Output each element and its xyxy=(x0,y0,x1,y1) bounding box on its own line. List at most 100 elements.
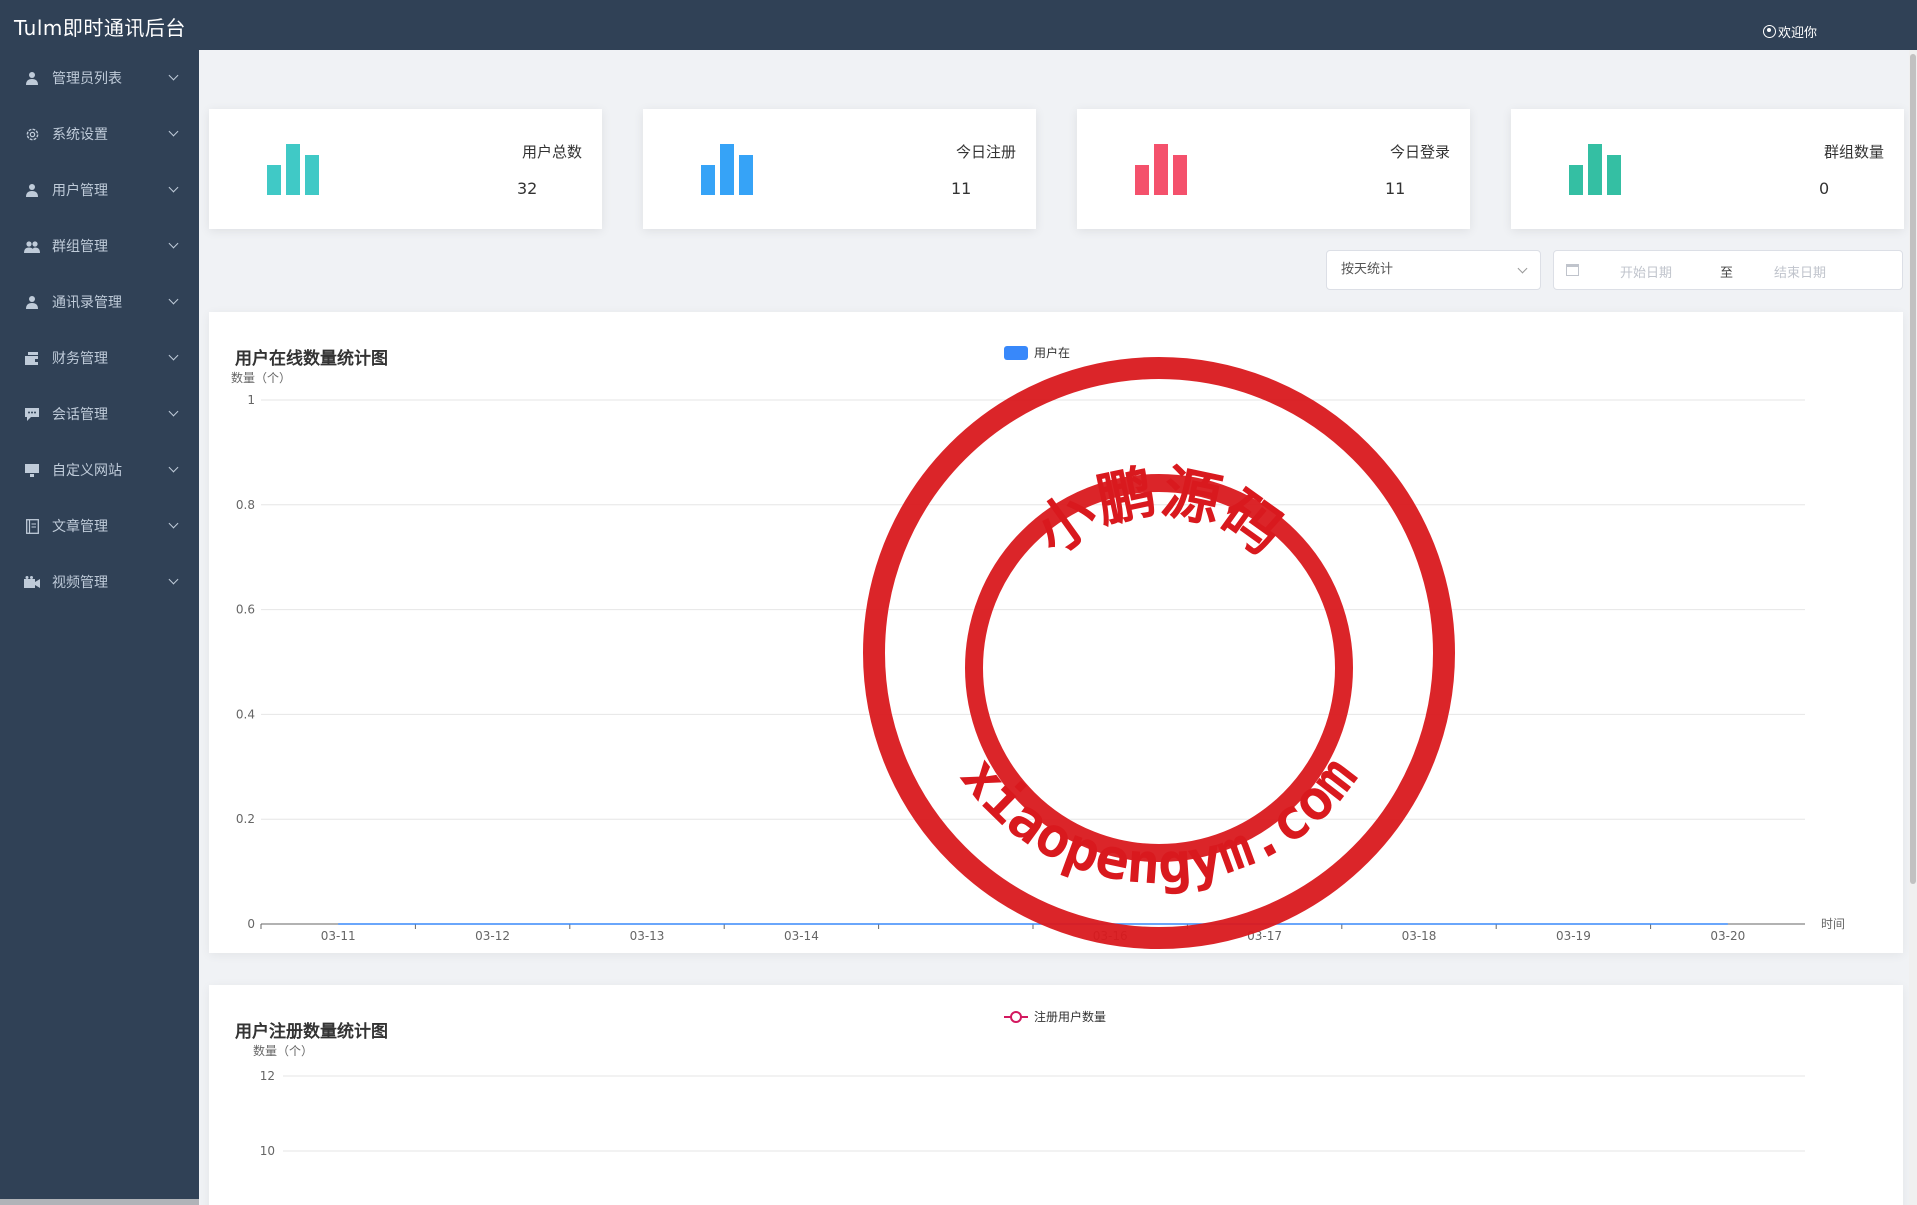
x-tick-label: 03-13 xyxy=(630,929,665,943)
sidebar-item-label: 视频管理 xyxy=(52,575,108,591)
y-tick-label: 0.4 xyxy=(236,707,255,721)
legend-marker xyxy=(1010,1011,1022,1023)
stat-value: 11 xyxy=(951,179,972,198)
user-icon xyxy=(24,182,40,198)
chevron-down-icon xyxy=(168,406,179,417)
bar-chart-icon xyxy=(701,144,753,195)
bar-chart-icon xyxy=(1135,144,1187,195)
y-tick-label: 10 xyxy=(260,1144,275,1158)
chevron-down-icon xyxy=(168,518,179,529)
welcome-label: 欢迎你 xyxy=(1777,26,1817,41)
stat-card-today-login[interactable]: 今日登录 11 xyxy=(1077,109,1470,229)
user-circle-icon xyxy=(1762,25,1776,38)
sidebar-item-users[interactable]: 用户管理 xyxy=(0,162,199,218)
online-users-chart: 用户在数量（个） 0 0.2 0.4 0.6 0.8 1 时间 03-11 03-12 03-13 0… xyxy=(231,345,1845,943)
sidebar-item-label: 系统设置 xyxy=(52,127,108,143)
sidebar-item-label: 财务管理 xyxy=(52,351,108,367)
end-date-input[interactable]: 结束日期 xyxy=(1774,262,1826,281)
sidebar-item-label: 管理员列表 xyxy=(52,71,122,87)
stat-label: 今日注册 xyxy=(955,143,1016,161)
stat-card-group-count[interactable]: 群组数量 0 xyxy=(1511,109,1904,229)
stat-label: 用户总数 xyxy=(521,143,582,161)
y-tick-label: 0.8 xyxy=(236,498,255,512)
start-date-input[interactable]: 开始日期 xyxy=(1620,262,1672,281)
horizontal-scrollbar[interactable] xyxy=(0,1199,199,1205)
x-tick-label: 03-17 xyxy=(1247,929,1282,943)
y-axis-label: 数量（个） xyxy=(253,1043,313,1058)
legend-label: 注册用户数量 xyxy=(1034,1009,1106,1024)
wallet-icon xyxy=(24,350,40,366)
chevron-down-icon xyxy=(168,294,179,305)
range-separator: 至 xyxy=(1720,266,1734,281)
sidebar-item-custom-site[interactable]: 自定义网站 xyxy=(0,442,199,498)
sidebar-item-label: 文章管理 xyxy=(52,519,108,535)
sidebar-item-contacts[interactable]: 通讯录管理 xyxy=(0,274,199,330)
sidebar-item-settings[interactable]: 系统设置 xyxy=(0,106,199,162)
sidebar-item-label: 自定义网站 xyxy=(52,463,122,479)
stat-label: 群组数量 xyxy=(1823,143,1884,161)
sidebar-item-videos[interactable]: 视频管理 xyxy=(0,554,199,610)
stat-card-total-users[interactable]: 用户总数 32 xyxy=(209,109,602,229)
registered-users-chart: 注册用户数量数量（个） 12 10 xyxy=(253,1009,1805,1158)
registered-users-chart-card: 用户注册数量统计图 注册用户数量 数量（个） 12 10 xyxy=(209,985,1903,1205)
chat-icon xyxy=(24,406,40,422)
monitor-icon xyxy=(24,462,40,478)
stat-value: 11 xyxy=(1385,179,1406,198)
welcome-menu[interactable]: 欢迎你 xyxy=(1762,22,1817,41)
camera-icon xyxy=(24,574,40,590)
sidebar-item-articles[interactable]: 文章管理 xyxy=(0,498,199,554)
vertical-scrollbar[interactable] xyxy=(1909,50,1917,1205)
x-tick-label: 03-14 xyxy=(784,929,819,943)
x-tick-label: 03-18 xyxy=(1402,929,1437,943)
x-tick-label: 03-11 xyxy=(321,929,356,943)
chevron-down-icon xyxy=(168,70,179,81)
sidebar: 管理员列表 系统设置 用户管理 群组管理 通讯录管理 财务管理 会话管理 自定义… xyxy=(0,50,199,1205)
chevron-down-icon xyxy=(1517,263,1528,274)
y-axis-label: 数量（个） xyxy=(231,370,291,385)
stat-mode-select[interactable]: 按天统计 xyxy=(1326,250,1541,290)
sidebar-item-finance[interactable]: 财务管理 xyxy=(0,330,199,386)
chevron-down-icon xyxy=(168,238,179,249)
user-icon xyxy=(24,70,40,86)
stat-card-today-registered[interactable]: 今日注册 11 xyxy=(643,109,1036,229)
stat-label: 今日登录 xyxy=(1389,143,1450,161)
chevron-down-icon xyxy=(168,462,179,473)
sidebar-item-sessions[interactable]: 会话管理 xyxy=(0,386,199,442)
x-tick-label: 03-12 xyxy=(475,929,510,943)
legend-label: 用户在 xyxy=(1034,345,1070,360)
scrollbar-thumb[interactable] xyxy=(1910,54,1916,884)
document-icon xyxy=(24,518,40,534)
chevron-down-icon xyxy=(168,126,179,137)
legend-swatch xyxy=(1004,346,1028,360)
chevron-down-icon xyxy=(168,574,179,585)
stat-value: 0 xyxy=(1819,179,1830,198)
bar-chart-icon xyxy=(267,144,319,195)
y-tick-label: 12 xyxy=(260,1069,275,1083)
user-icon xyxy=(24,294,40,310)
main-content: 用户总数 32 今日注册 11 今日登录 11 群组数量 0 按天统计 开始日期… xyxy=(199,50,1917,1205)
sidebar-item-groups[interactable]: 群组管理 xyxy=(0,218,199,274)
gear-icon xyxy=(24,126,40,142)
chevron-down-icon xyxy=(168,182,179,193)
stat-mode-value: 按天统计 xyxy=(1341,262,1394,277)
calendar-icon xyxy=(1566,264,1579,276)
online-users-chart-card: 用户在线数量统计图 用户在 数量（个） 0 0.2 0.4 0.6 0.8 1 时间 03-11 0… xyxy=(209,312,1903,953)
date-range-picker[interactable]: 开始日期 至 结束日期 xyxy=(1553,250,1903,290)
sidebar-item-label: 群组管理 xyxy=(52,239,108,255)
stat-value: 32 xyxy=(517,179,538,198)
sidebar-item-label: 通讯录管理 xyxy=(52,295,122,311)
sidebar-item-label: 用户管理 xyxy=(52,183,108,199)
group-icon xyxy=(24,238,40,254)
y-tick-label: 0 xyxy=(247,917,255,931)
chevron-down-icon xyxy=(168,350,179,361)
sidebar-item-label: 会话管理 xyxy=(52,407,108,423)
top-header: Tulm即时通讯后台 欢迎你 xyxy=(0,0,1917,50)
y-tick-label: 0.6 xyxy=(236,603,255,617)
x-axis-label: 时间 xyxy=(1821,917,1845,931)
sidebar-item-admins[interactable]: 管理员列表 xyxy=(0,50,199,106)
x-tick-label: 03-20 xyxy=(1710,929,1745,943)
bar-chart-icon xyxy=(1569,144,1621,195)
y-tick-label: 0.2 xyxy=(236,812,255,826)
x-tick-label: 03-19 xyxy=(1556,929,1591,943)
app-title: Tulm即时通讯后台 xyxy=(14,16,186,40)
